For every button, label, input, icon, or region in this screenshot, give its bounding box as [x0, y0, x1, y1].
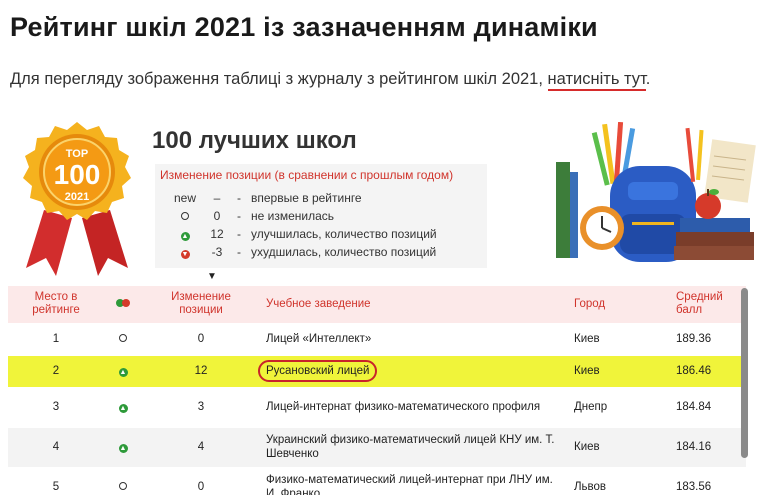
- school-cell: Физико-математический лицей-интернат при…: [260, 466, 568, 495]
- legend-row-new: new – - впервые в рейтинге: [173, 191, 362, 205]
- sort-down-icon[interactable]: ▼: [207, 271, 217, 282]
- table-row: 1 0 Лицей «Интеллект» Киев 189.36: [8, 322, 746, 355]
- change-cell: 3: [142, 386, 260, 427]
- intro-paragraph: Для перегляду зображення таблиці з журна…: [10, 70, 651, 91]
- school-cell: Лицей «Интеллект»: [260, 322, 568, 355]
- legend-row-worsened: ▼ -3 - ухудшилась, количество позиций: [180, 245, 437, 259]
- table-row: 5 0 Физико-математический лицей-интернат…: [8, 466, 746, 495]
- unchanged-circle-icon: [181, 212, 189, 220]
- legend-text: впервые в рейтинге: [251, 191, 362, 205]
- legend-value: 0: [213, 209, 221, 223]
- table-row: 3 ▲ 3 Лицей-интернат физико-математическ…: [8, 386, 746, 427]
- legend-text: не изменилась: [251, 209, 335, 223]
- rank-cell: 1: [8, 322, 104, 355]
- col-rank-header[interactable]: Место в рейтинге: [8, 286, 104, 323]
- medal-number-text: 100: [54, 159, 101, 190]
- col-school-header[interactable]: Учебное заведение: [260, 286, 568, 323]
- open-table-image-link[interactable]: натисніть тут: [547, 70, 646, 91]
- score-cell: 189.36: [670, 322, 746, 355]
- intro-end: .: [645, 70, 651, 88]
- rank-cell: 3: [8, 386, 104, 427]
- city-cell: Киев: [568, 322, 670, 355]
- change-cell: 12: [142, 354, 260, 387]
- medal-year-text: 2021: [65, 191, 89, 203]
- score-cell: 183.56: [670, 466, 746, 495]
- legend-title: Изменение позиции (в сравнении с прошлым…: [160, 168, 454, 182]
- school-cell: Русановский лицей: [258, 360, 378, 382]
- city-cell: Киев: [568, 354, 670, 387]
- legend-row-improved: ▲ 12 - улучшилась, количество позиций: [180, 227, 437, 241]
- up-arrow-icon: ▲: [118, 404, 128, 413]
- up-arrow-icon: ▲: [118, 368, 128, 377]
- col-score-header[interactable]: Средний балл: [670, 286, 746, 323]
- rank-cell: 5: [8, 466, 104, 495]
- up-arrow-icon: ▲: [180, 232, 190, 241]
- position-change-legend: Изменение позиции (в сравнении с прошлым…: [155, 164, 487, 268]
- ranking-table: Место в рейтинге Изменение позиции Учебн…: [8, 286, 746, 495]
- table-row-highlighted: 2 ▲ 12 Русановский лицей Киев 186.46: [8, 354, 746, 387]
- legend-new-label: new: [173, 191, 196, 205]
- rank-cell: 2: [8, 354, 104, 387]
- legend-value: –: [213, 191, 221, 205]
- change-cell: 0: [142, 466, 260, 495]
- table-scrollbar[interactable]: [741, 288, 748, 458]
- city-cell: Львов: [568, 466, 670, 495]
- score-cell: 184.16: [670, 426, 746, 467]
- score-cell: 186.46: [670, 354, 746, 387]
- top-100-medal-icon: TOP 100 2021: [12, 118, 142, 278]
- col-change-icon-header[interactable]: [104, 286, 142, 323]
- change-cell: 0: [142, 322, 260, 355]
- school-supplies-illustration: [548, 121, 758, 272]
- legend-row-unchanged: 0 - не изменилась: [173, 208, 334, 224]
- change-icon: [116, 298, 130, 307]
- page-title: Рейтинг шкіл 2021 із зазначенням динамік…: [10, 12, 598, 42]
- legend-text: улучшилась, количество позиций: [251, 227, 437, 241]
- infographic-heading: 100 лучших школ: [152, 127, 357, 154]
- table-row: 4 ▲ 4 Украинский физико-математический л…: [8, 426, 746, 467]
- intro-text: Для перегляду зображення таблиці з журна…: [10, 70, 548, 88]
- unchanged-circle-icon: [119, 482, 127, 491]
- up-arrow-icon: ▲: [118, 444, 128, 453]
- rank-cell: 4: [8, 426, 104, 467]
- school-cell: Украинский физико-математический лицей К…: [260, 426, 568, 467]
- legend-text: ухудшилась, количество позиций: [251, 245, 437, 259]
- down-arrow-icon: ▼: [180, 250, 190, 259]
- legend-value: 12: [210, 227, 224, 241]
- change-cell: 4: [142, 426, 260, 467]
- unchanged-circle-icon: [119, 334, 127, 342]
- city-cell: Киев: [568, 426, 670, 467]
- score-cell: 184.84: [670, 386, 746, 427]
- table-header-row: Место в рейтинге Изменение позиции Учебн…: [8, 286, 746, 323]
- city-cell: Днепр: [568, 386, 670, 427]
- col-city-header[interactable]: Город: [568, 286, 670, 323]
- school-cell: Лицей-интернат физико-математического пр…: [260, 386, 568, 427]
- col-change-header[interactable]: Изменение позиции: [142, 286, 260, 323]
- legend-value: -3: [211, 245, 223, 259]
